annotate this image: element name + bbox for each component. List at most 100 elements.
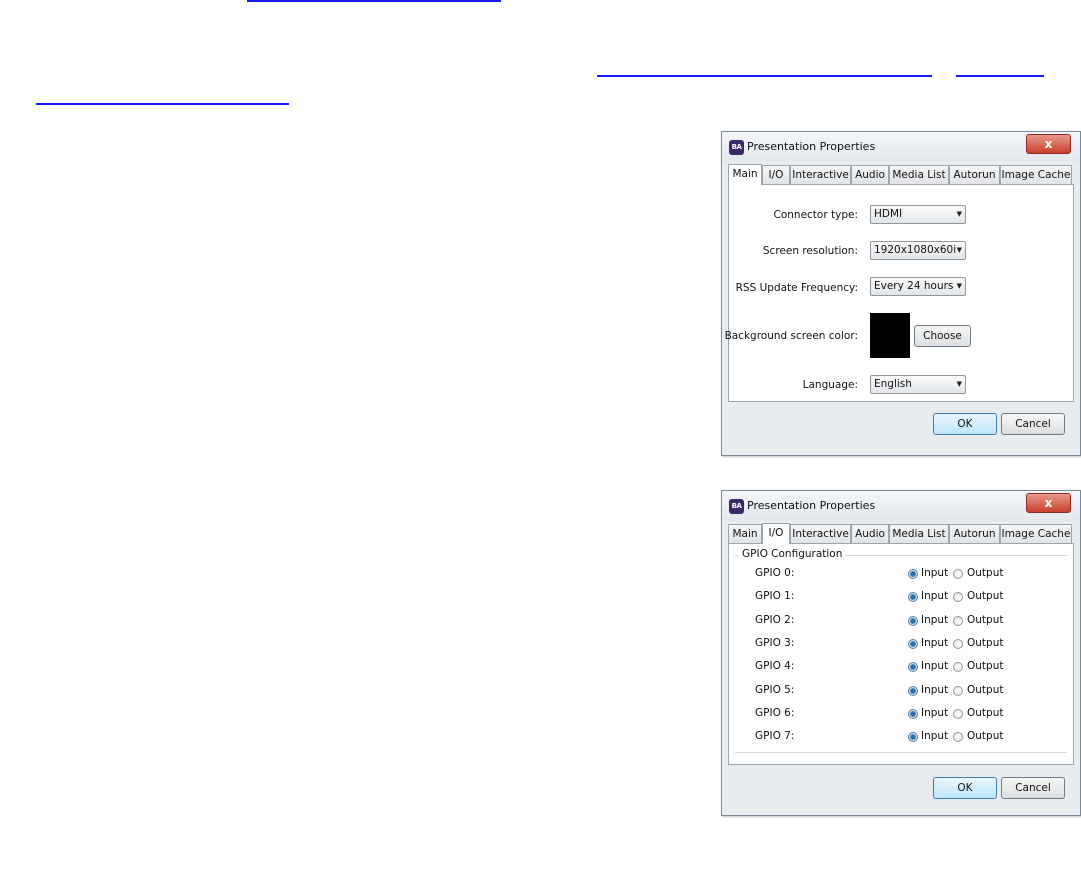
gpio-row: GPIO 7: Input Output (735, 730, 1067, 746)
gpio-output-label[interactable]: Output (967, 730, 1003, 742)
dropdown-arrow-icon: ▼ (956, 210, 962, 218)
screen-resolution-label: Screen resolution: (762, 245, 858, 257)
brightauthor-app-icon: BA (729, 499, 744, 514)
tab-image-cache[interactable]: Image Cache (1000, 165, 1072, 184)
background-color-label: Background screen color: (724, 330, 858, 342)
screen-resolution-value: 1920x1080x60i (874, 244, 957, 256)
language-value: English (874, 378, 912, 390)
gpio-output-label[interactable]: Output (967, 637, 1003, 649)
ok-button[interactable]: OK (933, 777, 997, 799)
rss-update-frequency-value: Every 24 hours (874, 280, 954, 292)
gpio-output-label[interactable]: Output (967, 590, 1003, 602)
cancel-button[interactable]: Cancel (1001, 777, 1065, 799)
tab-autorun[interactable]: Autorun (949, 524, 1000, 543)
tab-media-list[interactable]: Media List (889, 524, 949, 543)
gpio-input-label[interactable]: Input (921, 684, 948, 696)
gpio-input-label[interactable]: Input (921, 660, 948, 672)
gpio-label: GPIO 1: (755, 590, 795, 603)
gpio-label: GPIO 4: (755, 660, 795, 673)
main-tab-panel: Connector type: HDMI ▼ Screen resolution… (724, 184, 1074, 402)
tab-image-cache[interactable]: Image Cache (1000, 524, 1072, 543)
gpio-output-label[interactable]: Output (967, 684, 1003, 696)
doc-link-underline-1[interactable] (247, 0, 501, 2)
ok-button[interactable]: OK (933, 413, 997, 435)
gpio-row: GPIO 4: Input Output (735, 660, 1067, 676)
gpio-row: GPIO 2: Input Output (735, 614, 1067, 630)
gpio-output-radio[interactable] (953, 569, 963, 579)
doc-link-underline-2[interactable] (597, 75, 932, 77)
tab-main[interactable]: Main (728, 164, 762, 185)
doc-link-underline-3[interactable] (956, 75, 1044, 77)
cancel-button[interactable]: Cancel (1001, 413, 1065, 435)
gpio-row: GPIO 3: Input Output (735, 637, 1067, 653)
rss-update-frequency-label: RSS Update Frequency: (735, 282, 858, 294)
gpio-input-label[interactable]: Input (921, 730, 948, 742)
gpio-input-label[interactable]: Input (921, 590, 948, 602)
tab-main[interactable]: Main (728, 524, 762, 543)
gpio-row: GPIO 5: Input Output (735, 684, 1067, 700)
gpio-output-label[interactable]: Output (967, 614, 1003, 626)
dropdown-arrow-icon: ▼ (956, 246, 962, 254)
gpio-input-label[interactable]: Input (921, 567, 948, 579)
rss-update-frequency-select[interactable]: Every 24 hours ▼ (870, 277, 966, 296)
doc-link-underline-4[interactable] (36, 103, 289, 105)
tab-autorun[interactable]: Autorun (949, 165, 1000, 184)
tab-io[interactable]: I/O (762, 523, 790, 544)
tab-strip: Main I/O Interactive Audio Media List Au… (728, 164, 1074, 185)
gpio-input-radio[interactable] (908, 638, 918, 649)
gpio-input-label[interactable]: Input (921, 637, 948, 649)
dropdown-arrow-icon: ▼ (956, 282, 962, 290)
connector-type-value: HDMI (874, 208, 903, 220)
title-bar[interactable]: BA Presentation Properties x (722, 491, 1080, 521)
gpio-configuration-group: GPIO Configuration GPIO 0: Input Output GPI… (735, 548, 1067, 753)
close-button[interactable]: x (1026, 493, 1071, 513)
tab-interactive[interactable]: Interactive (790, 165, 851, 184)
language-select[interactable]: English ▼ (870, 375, 966, 394)
dropdown-arrow-icon: ▼ (956, 380, 962, 388)
gpio-output-radio[interactable] (953, 732, 963, 743)
gpio-row: GPIO 0: Input Output (735, 567, 1067, 583)
gpio-input-radio[interactable] (908, 685, 918, 696)
gpio-label: GPIO 7: (755, 730, 795, 743)
choose-color-button[interactable]: Choose (914, 325, 971, 347)
tab-interactive[interactable]: Interactive (790, 524, 851, 543)
background-color-swatch (870, 313, 910, 358)
presentation-properties-dialog-main: BA Presentation Properties x Main I/O In… (721, 131, 1081, 456)
tab-audio[interactable]: Audio (851, 165, 889, 184)
gpio-input-label[interactable]: Input (921, 707, 948, 719)
tab-io[interactable]: I/O (762, 165, 790, 184)
language-label: Language: (802, 379, 858, 391)
gpio-output-radio[interactable] (953, 662, 963, 673)
gpio-output-radio[interactable] (953, 615, 963, 626)
gpio-output-radio[interactable] (953, 638, 963, 649)
gpio-row: GPIO 1: Input Output (735, 590, 1067, 606)
gpio-input-radio[interactable] (908, 708, 918, 719)
connector-type-select[interactable]: HDMI ▼ (870, 205, 966, 224)
gpio-input-radio[interactable] (908, 592, 918, 603)
close-button[interactable]: x (1026, 134, 1071, 154)
tab-audio[interactable]: Audio (851, 524, 889, 543)
gpio-label: GPIO 3: (755, 636, 795, 649)
gpio-label: GPIO 0: (755, 567, 795, 579)
gpio-output-label[interactable]: Output (967, 567, 1003, 579)
gpio-output-radio[interactable] (953, 685, 963, 696)
io-tab-panel: GPIO Configuration GPIO 0: Input Output GPI… (728, 543, 1074, 765)
gpio-output-label[interactable]: Output (967, 707, 1003, 719)
tab-media-list[interactable]: Media List (889, 165, 949, 184)
gpio-label: GPIO 2: (755, 613, 795, 626)
gpio-configuration-title: GPIO Configuration (739, 548, 846, 560)
gpio-label: GPIO 6: (755, 706, 795, 719)
gpio-input-radio[interactable] (908, 569, 918, 579)
gpio-output-radio[interactable] (953, 708, 963, 719)
gpio-label: GPIO 5: (755, 683, 795, 696)
title-bar[interactable]: BA Presentation Properties x (722, 132, 1080, 162)
gpio-input-radio[interactable] (908, 615, 918, 626)
gpio-input-radio[interactable] (908, 732, 918, 743)
gpio-output-radio[interactable] (953, 592, 963, 603)
tab-strip: Main I/O Interactive Audio Media List Au… (728, 523, 1074, 544)
screen-resolution-select[interactable]: 1920x1080x60i ▼ (870, 241, 966, 260)
gpio-input-label[interactable]: Input (921, 614, 948, 626)
brightauthor-app-icon: BA (729, 140, 744, 155)
gpio-input-radio[interactable] (908, 662, 918, 673)
gpio-output-label[interactable]: Output (967, 660, 1003, 672)
